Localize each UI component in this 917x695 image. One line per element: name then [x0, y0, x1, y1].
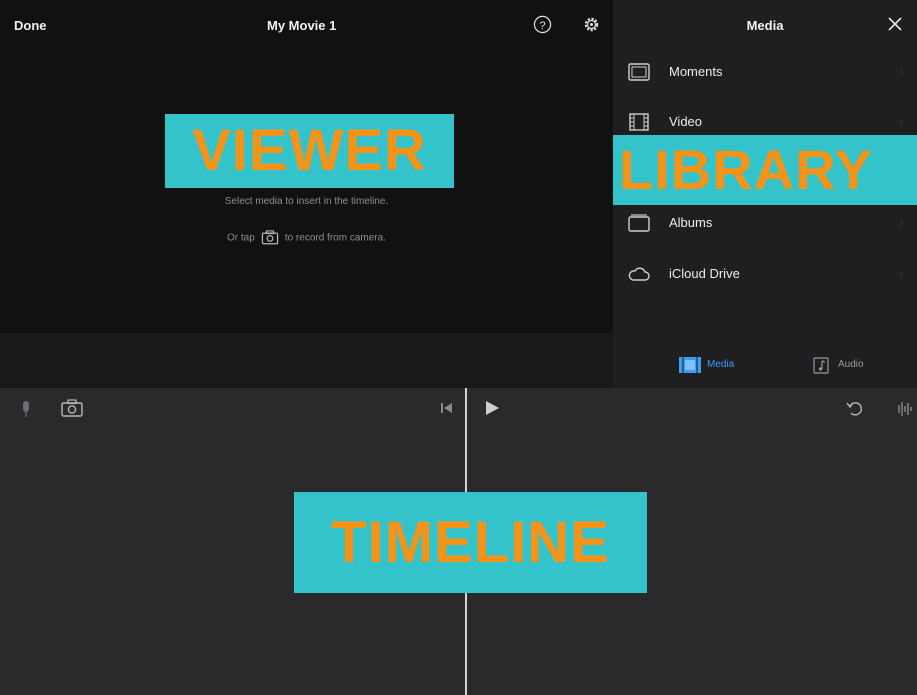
tab-media[interactable]: Media [677, 353, 757, 377]
library-item-label: iCloud Drive [669, 266, 740, 281]
movie-title[interactable]: My Movie 1 [267, 18, 336, 33]
undo-icon[interactable] [845, 398, 865, 418]
library-item-label: Albums [669, 215, 713, 230]
viewer-hint-before: Or tap [227, 232, 255, 244]
viewer-hint-after: to record from camera. [284, 232, 386, 244]
chevron-right-icon: › [899, 114, 904, 129]
timeline-overlay-label: TIMELINE [294, 492, 647, 593]
skip-back-icon[interactable] [440, 402, 454, 414]
library-item-moments[interactable]: Moments › [613, 52, 917, 92]
library-item-label: Video [669, 114, 703, 129]
music-note-icon [813, 357, 829, 374]
help-icon[interactable]: ? [533, 15, 552, 34]
chevron-right-icon: › [899, 215, 904, 230]
library-tab-bar: Media Audio [613, 345, 917, 385]
settings-gear-icon[interactable] [582, 15, 601, 34]
library-overlay-label: LIBRARY [613, 135, 917, 205]
video-film-icon [629, 113, 649, 131]
albums-icon [628, 214, 650, 232]
media-film-icon [679, 357, 701, 373]
library-item-albums[interactable]: Albums › [613, 203, 917, 243]
chevron-right-icon: › [899, 266, 904, 281]
microphone-icon[interactable] [22, 400, 30, 418]
close-icon[interactable] [885, 14, 905, 34]
library-title: Media [746, 18, 784, 33]
svg-text:?: ? [539, 20, 545, 32]
library-item-icloud-drive[interactable]: iCloud Drive › [613, 254, 917, 294]
cloud-icon [628, 267, 650, 281]
viewer-hint-select-media: Select media to insert in the timeline. [224, 196, 389, 207]
audio-waveform-icon[interactable] [894, 400, 914, 418]
done-button[interactable]: Done [14, 18, 47, 33]
viewer-bottom-strip [0, 333, 613, 388]
tab-label: Media [707, 359, 735, 370]
camera-icon[interactable] [261, 230, 279, 246]
play-icon[interactable] [484, 400, 500, 416]
viewer-hint-record: Or tap to record from camera. [0, 230, 613, 246]
chevron-right-icon: › [899, 64, 904, 79]
tab-audio[interactable]: Audio [808, 353, 888, 377]
viewer-area: Done My Movie 1 ? Select media to insert… [0, 0, 613, 388]
viewer-overlay-label: VIEWER [165, 114, 454, 188]
library-item-label: Moments [669, 64, 723, 79]
tab-label: Audio [838, 359, 864, 370]
camera-icon[interactable] [60, 398, 84, 418]
top-bar: Done My Movie 1 ? [0, 0, 613, 52]
timeline-toolbar [0, 388, 917, 428]
moments-icon [628, 63, 650, 81]
